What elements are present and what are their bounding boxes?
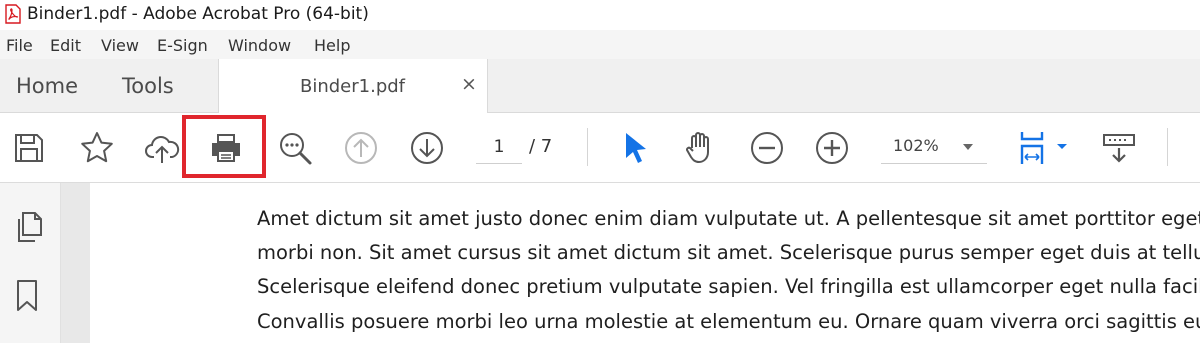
select-tool-button[interactable] (618, 130, 654, 166)
save-icon (15, 134, 43, 162)
search-icon (280, 133, 312, 165)
cursor-arrow-icon (626, 133, 646, 163)
arrow-down-circle-icon (411, 132, 443, 164)
document-text-line: Scelerisque eleifend donec pretium vulpu… (257, 275, 1200, 298)
toolbar-divider (1167, 128, 1168, 166)
page-total-label: / 7 (529, 136, 553, 157)
acrobat-app-icon (5, 4, 21, 24)
bookmark-star-button[interactable] (79, 130, 115, 166)
upload-button[interactable] (144, 130, 180, 166)
minus-circle-icon (751, 132, 783, 164)
hand-icon (686, 132, 709, 163)
next-page-button[interactable] (409, 130, 445, 166)
plus-circle-icon (816, 132, 848, 164)
tab-bar: Home Tools Binder1.pdf × (0, 59, 1200, 113)
menu-bar: File Edit View E-Sign Window Help (0, 30, 1200, 59)
menu-help[interactable]: Help (314, 36, 350, 55)
left-navigation-rail (0, 183, 61, 343)
tab-document-label: Binder1.pdf (300, 76, 406, 97)
window-title: Binder1.pdf - Adobe Acrobat Pro (64-bit) (27, 4, 369, 24)
hand-tool-button[interactable] (683, 130, 719, 166)
arrow-up-circle-icon (345, 132, 377, 164)
toolbar (0, 113, 1200, 183)
save-button[interactable] (11, 130, 47, 166)
document-text-line: Amet dictum sit amet justo donec enim di… (257, 207, 1200, 230)
tab-document[interactable]: Binder1.pdf × (218, 59, 488, 113)
previous-page-button[interactable] (343, 130, 379, 166)
menu-edit[interactable]: Edit (50, 36, 81, 55)
document-text-line: Convallis posuere morbi leo urna molesti… (257, 310, 1200, 333)
menu-view[interactable]: View (101, 36, 139, 55)
zoom-value: 102% (893, 136, 939, 155)
star-icon (81, 132, 113, 163)
zoom-in-button[interactable] (814, 130, 850, 166)
zoom-out-button[interactable] (749, 130, 785, 166)
find-button[interactable] (277, 130, 313, 166)
tab-home[interactable]: Home (16, 74, 78, 98)
keyboard-down-icon (1103, 134, 1135, 163)
toolbar-divider (587, 128, 588, 166)
page-number-input[interactable] (476, 131, 522, 164)
document-page: Amet dictum sit amet justo donec enim di… (90, 183, 1200, 343)
scrolling-mode-button[interactable] (1101, 130, 1137, 166)
close-icon[interactable]: × (461, 73, 477, 95)
menu-window[interactable]: Window (228, 36, 291, 55)
document-text-line: morbi non. Sit amet cursus sit amet dict… (257, 241, 1200, 264)
title-bar: Binder1.pdf - Adobe Acrobat Pro (64-bit) (0, 0, 1200, 30)
zoom-dropdown[interactable]: 102% (881, 131, 987, 164)
tab-tools[interactable]: Tools (122, 74, 174, 98)
print-highlight-box (182, 115, 266, 178)
chevron-down-icon[interactable] (963, 144, 973, 150)
page-thumbnails-icon[interactable] (13, 210, 45, 244)
page-fit-dropdown[interactable] (1017, 130, 1069, 166)
cloud-upload-icon (145, 136, 180, 163)
fit-width-icon (1020, 132, 1067, 164)
bookmark-icon[interactable] (14, 279, 40, 313)
menu-esign[interactable]: E-Sign (157, 36, 208, 55)
menu-file[interactable]: File (6, 36, 33, 55)
